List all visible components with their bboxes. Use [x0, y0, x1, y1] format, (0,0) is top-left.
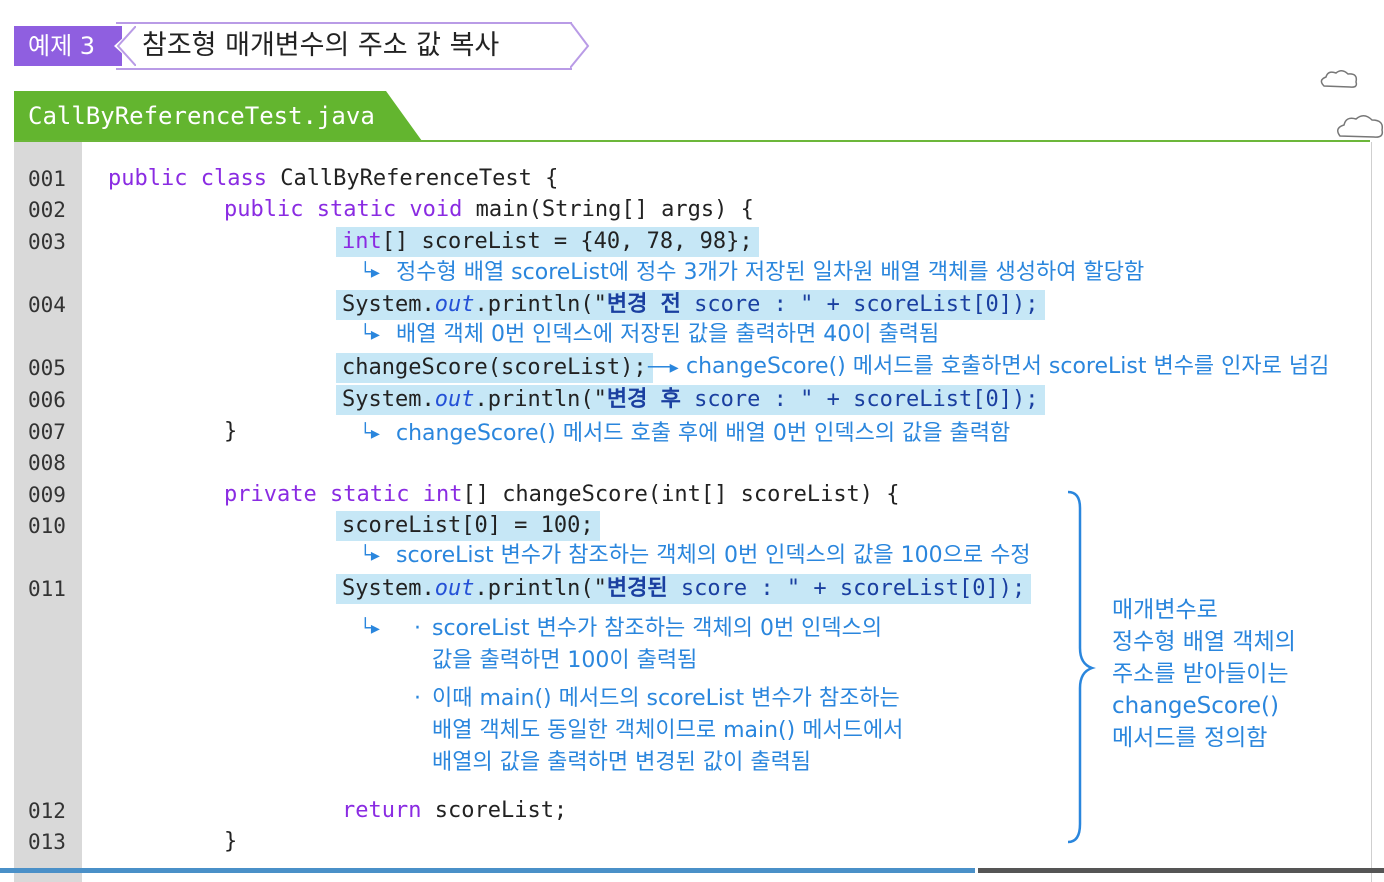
code-line-009: private static int[] changeScore(int[] s…: [224, 482, 900, 507]
line-number: 013: [28, 830, 66, 854]
example-tag: 예제 3: [14, 26, 122, 66]
code-line-006: System.out.println("변경 후 score : " + sco…: [336, 385, 1045, 415]
code-line-001: public class CallByReferenceTest {: [108, 166, 559, 191]
tag-chevron-icon: [114, 26, 136, 66]
side-note: 매개변수로 정수형 배열 객체의 주소를 받아들이는 changeScore()…: [1112, 597, 1296, 751]
bullet-icon: ·: [414, 686, 421, 711]
line-number: 002: [28, 198, 66, 222]
arrow-icon: └▸: [360, 262, 380, 283]
code-line-011: System.out.println("변경된 score : " + scor…: [336, 574, 1032, 604]
line-number: 006: [28, 388, 66, 412]
code-line-003: int[] scoreList = {40, 78, 98};: [336, 227, 759, 257]
note-line-011b: 이때 main() 메서드의 scoreList 변수가 참조하는: [432, 686, 900, 711]
code-line-010: scoreList[0] = 100;: [336, 511, 600, 541]
line-number: 010: [28, 514, 66, 538]
note-line-005: changeScore() 메서드를 호출하면서 scoreList 변수를 인…: [686, 354, 1330, 379]
code-line-007: }: [224, 419, 238, 444]
note-line-003: 정수형 배열 scoreList에 정수 3개가 저장된 일차원 배열 객체를 …: [396, 260, 1145, 285]
file-tab: CallByReferenceTest.java: [14, 91, 422, 141]
line-number: 008: [28, 451, 66, 475]
cloud-icon: [1337, 115, 1384, 138]
arrow-icon: └▸: [360, 324, 380, 345]
line-number: 004: [28, 293, 66, 317]
line-number: 009: [28, 483, 66, 507]
arrow-icon: └▸: [360, 545, 380, 566]
line-number: 005: [28, 356, 66, 380]
title-box-arrow-icon: [570, 22, 590, 69]
bullet-icon: ·: [414, 616, 421, 641]
note-line-011a: 값을 출력하면 100이 출력됨: [432, 648, 698, 673]
code-line-004: System.out.println("변경 전 score : " + sco…: [336, 290, 1045, 320]
progress-bar-track: [978, 868, 1384, 873]
page-title: 참조형 매개변수의 주소 값 복사: [142, 30, 500, 61]
arrow-icon: ──▸: [648, 357, 679, 378]
line-number: 012: [28, 799, 66, 823]
brace-icon: [1067, 490, 1096, 844]
cloud-icon: [1320, 70, 1358, 88]
note-line-011a: scoreList 변수가 참조하는 객체의 0번 인덱스의: [432, 616, 883, 641]
line-number: 007: [28, 420, 66, 444]
line-number: 001: [28, 167, 66, 191]
note-line-004: 배열 객체 0번 인덱스에 저장된 값을 출력하면 40이 출력됨: [396, 322, 940, 347]
note-line-011b: 배열의 값을 출력하면 변경된 값이 출력됨: [432, 750, 812, 775]
progress-bar: [0, 868, 975, 873]
example-header: 예제 3 참조형 매개변수의 주소 값 복사: [14, 18, 590, 70]
code-line-005: changeScore(scoreList);: [336, 353, 653, 383]
note-line-011b: 배열 객체도 동일한 객체이므로 main() 메서드에서: [432, 718, 904, 743]
note-line-010: scoreList 변수가 참조하는 객체의 0번 인덱스의 값을 100으로 …: [396, 543, 1031, 568]
line-number: 011: [28, 577, 66, 601]
code-line-012: return scoreList;: [342, 798, 568, 823]
code-line-013: }: [224, 829, 238, 854]
note-line-007: changeScore() 메서드 호출 후에 배열 0번 인덱스의 값을 출력…: [396, 421, 1011, 446]
line-number: 003: [28, 230, 66, 254]
arrow-icon: └▸: [360, 423, 380, 444]
arrow-icon: └▸: [360, 618, 380, 639]
code-line-002: public static void main(String[] args) {: [224, 197, 754, 222]
